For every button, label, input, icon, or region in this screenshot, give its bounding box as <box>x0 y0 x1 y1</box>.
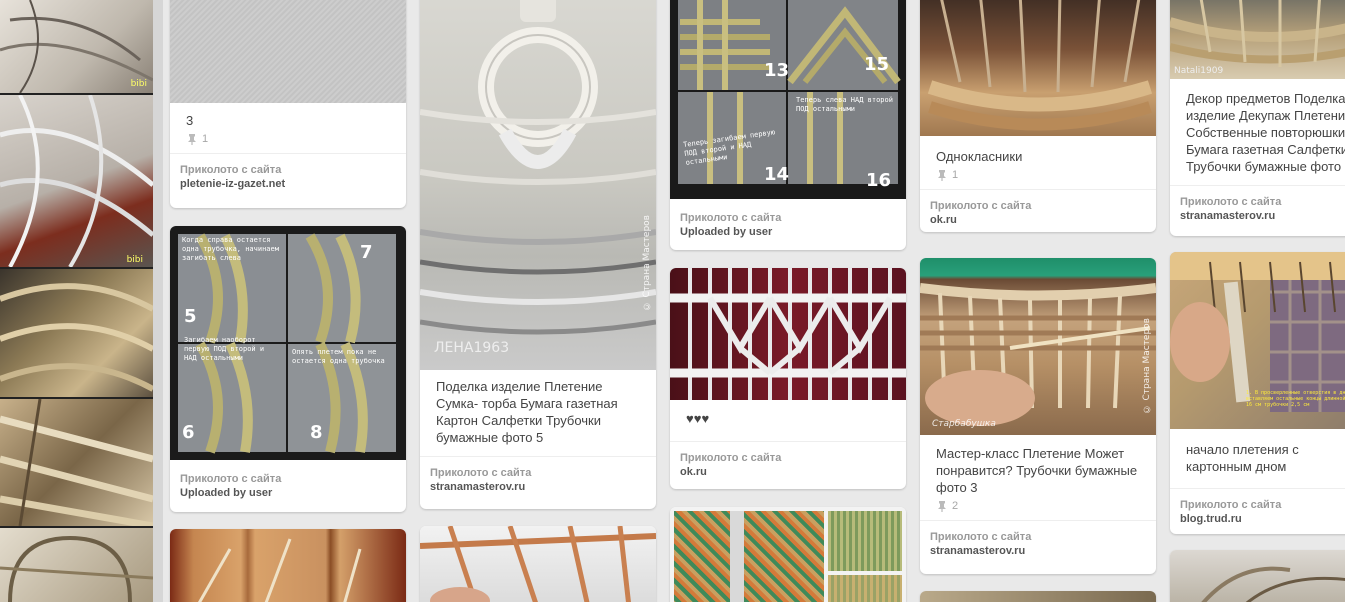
pin-image[interactable] <box>1170 550 1345 602</box>
repin-count: 2 <box>920 496 1156 520</box>
image-note: Опять плетем пока не остается одна трубо… <box>292 348 385 365</box>
attribution-label: Приколото с сайта <box>930 531 1032 543</box>
source-link[interactable]: blog.trud.ru <box>1180 512 1345 526</box>
pin-card[interactable]: Natali1909 Декор предметов Поделка издел… <box>1170 0 1345 236</box>
image-number: 5 <box>184 306 197 327</box>
left-image-3[interactable] <box>0 269 153 397</box>
attribution-label: Приколото с сайта <box>180 473 282 485</box>
left-image-strip: bibi bibi <box>0 0 153 602</box>
image-number: 6 <box>182 422 195 443</box>
pin-description: Поделка изделие Плетение Сумка- торба Бу… <box>436 379 618 445</box>
pin-card[interactable]: Однокласники 1 Приколото с сайта ok.ru <box>920 0 1156 232</box>
watermark: © Страна Мастеров <box>642 214 652 310</box>
source-link[interactable]: ok.ru <box>930 213 1146 227</box>
attribution-label: Приколото с сайта <box>1180 196 1282 208</box>
repin-number: 2 <box>952 500 959 512</box>
repin-count: 1 <box>920 165 1156 189</box>
pin-attribution[interactable]: Приколото с сайта ok.ru <box>920 189 1156 232</box>
pin-card[interactable] <box>1170 550 1345 602</box>
source-link[interactable]: Uploaded by user <box>180 486 396 500</box>
left-image-5[interactable] <box>0 528 153 602</box>
left-image-1[interactable]: bibi <box>0 0 153 93</box>
pin-icon <box>938 501 946 512</box>
image-number: 8 <box>310 422 323 443</box>
source-link[interactable]: ok.ru <box>680 465 896 479</box>
image-note: Когда справа остается одна трубочка, нач… <box>182 236 279 262</box>
source-link[interactable]: stranamasterov.ru <box>430 480 646 494</box>
pin-image[interactable]: Старбабушка © Страна Мастеров <box>920 258 1156 435</box>
pin-card[interactable] <box>420 526 656 602</box>
pin-image[interactable]: Теперь загибаем первую ПОД второй и НАД … <box>670 0 906 199</box>
image-number: 16 <box>866 170 892 191</box>
repin-number: 1 <box>202 133 209 145</box>
left-image-4[interactable] <box>0 399 153 526</box>
pin-image[interactable] <box>670 268 906 400</box>
pin-attribution[interactable]: Приколото с сайта Uploaded by user <box>670 199 906 249</box>
image-note: Теперь слева НАД второй ПОД остальными <box>796 96 893 113</box>
source-link[interactable]: stranamasterov.ru <box>930 544 1146 558</box>
pin-image[interactable]: ЛЕНА1963 © Страна Мастеров <box>420 0 656 370</box>
repin-number: 1 <box>952 169 959 181</box>
image-number: 14 <box>764 164 790 185</box>
attribution-label: Приколото с сайта <box>680 212 782 224</box>
left-image-2[interactable]: bibi <box>0 95 153 267</box>
watermark: Natali1909 <box>1174 66 1224 76</box>
attribution-label: Приколото с сайта <box>930 200 1032 212</box>
attribution-label: Приколото с сайта <box>430 467 532 479</box>
repin-count: 1 <box>170 129 406 153</box>
pin-description: Декор предметов Поделка изделие Декупаж … <box>1186 91 1345 174</box>
watermark: © Страна Мастеров <box>1142 318 1152 414</box>
watermark: Старбабушка <box>932 419 996 429</box>
image-number: 15 <box>864 54 890 75</box>
image-number: 7 <box>360 242 373 263</box>
pin-card[interactable]: Старбабушка © Страна Мастеров Мастер-кла… <box>920 258 1156 574</box>
attribution-label: Приколото с сайта <box>180 164 282 176</box>
image-note: 1. В просверленные отверстия в дне встав… <box>1246 390 1345 408</box>
pin-image[interactable] <box>420 526 656 602</box>
pin-description: ♥♥♥ <box>686 411 710 426</box>
attribution-label: Приколото с сайта <box>1180 499 1282 511</box>
pin-attribution[interactable]: Приколото с сайта pletenie-iz-gazet.net <box>170 153 406 201</box>
pin-description: 3 <box>186 113 194 128</box>
pin-image[interactable] <box>920 0 1156 136</box>
pin-image[interactable] <box>920 591 1156 602</box>
pin-icon <box>188 134 196 145</box>
pin-attribution[interactable]: Приколото с сайта ok.ru <box>670 441 906 489</box>
watermark: ЛЕНА1963 <box>434 340 510 356</box>
pin-description: Мастер-класс Плетение Может понравится? … <box>936 446 1138 495</box>
attribution-label: Приколото с сайта <box>680 452 782 464</box>
pin-card[interactable] <box>170 529 406 602</box>
pin-card[interactable]: 1. В просверленные отверстия в дне встав… <box>1170 252 1345 534</box>
pin-attribution[interactable]: Приколото с сайта stranamasterov.ru <box>420 456 656 504</box>
pin-card[interactable]: Теперь загибаем первую ПОД второй и НАД … <box>670 0 906 250</box>
pin-image[interactable] <box>170 529 406 602</box>
pin-card[interactable] <box>670 507 906 602</box>
source-link[interactable]: stranamasterov.ru <box>1180 209 1345 223</box>
pin-attribution[interactable]: Приколото с сайта blog.trud.ru <box>1170 488 1345 534</box>
pin-image[interactable] <box>170 0 406 103</box>
pin-card[interactable]: ♥♥♥ Приколото с сайта ok.ru <box>670 268 906 489</box>
pin-image[interactable]: Когда справа остается одна трубочка, нач… <box>170 226 406 460</box>
pin-description: Однокласники <box>936 149 1023 164</box>
pin-attribution[interactable]: Приколото с сайта stranamasterov.ru <box>920 520 1156 568</box>
pin-icon <box>938 170 946 181</box>
pin-image[interactable] <box>670 507 906 602</box>
pin-card[interactable]: ЛЕНА1963 © Страна Мастеров Поделка издел… <box>420 0 656 509</box>
source-link[interactable]: Uploaded by user <box>680 225 896 239</box>
pin-card[interactable]: 3 1 Приколото с сайта pletenie-iz-gazet.… <box>170 0 406 208</box>
pin-description: начало плетения с картонным дном <box>1186 442 1299 474</box>
pin-image[interactable]: Natali1909 <box>1170 0 1345 79</box>
image-note: Загибаем наоборот первую ПОД второй и НА… <box>184 336 265 362</box>
pin-card[interactable]: Когда справа остается одна трубочка, нач… <box>170 226 406 512</box>
pin-attribution[interactable]: Приколото с сайта Uploaded by user <box>170 460 406 510</box>
pin-card[interactable] <box>920 591 1156 602</box>
column-gutter <box>153 0 163 602</box>
pin-image[interactable]: 1. В просверленные отверстия в дне встав… <box>1170 252 1345 429</box>
image-number: 13 <box>764 60 790 81</box>
watermark: bibi <box>126 255 143 265</box>
watermark: bibi <box>130 79 147 89</box>
pin-attribution[interactable]: Приколото с сайта stranamasterov.ru <box>1170 185 1345 233</box>
source-link[interactable]: pletenie-iz-gazet.net <box>180 177 396 191</box>
